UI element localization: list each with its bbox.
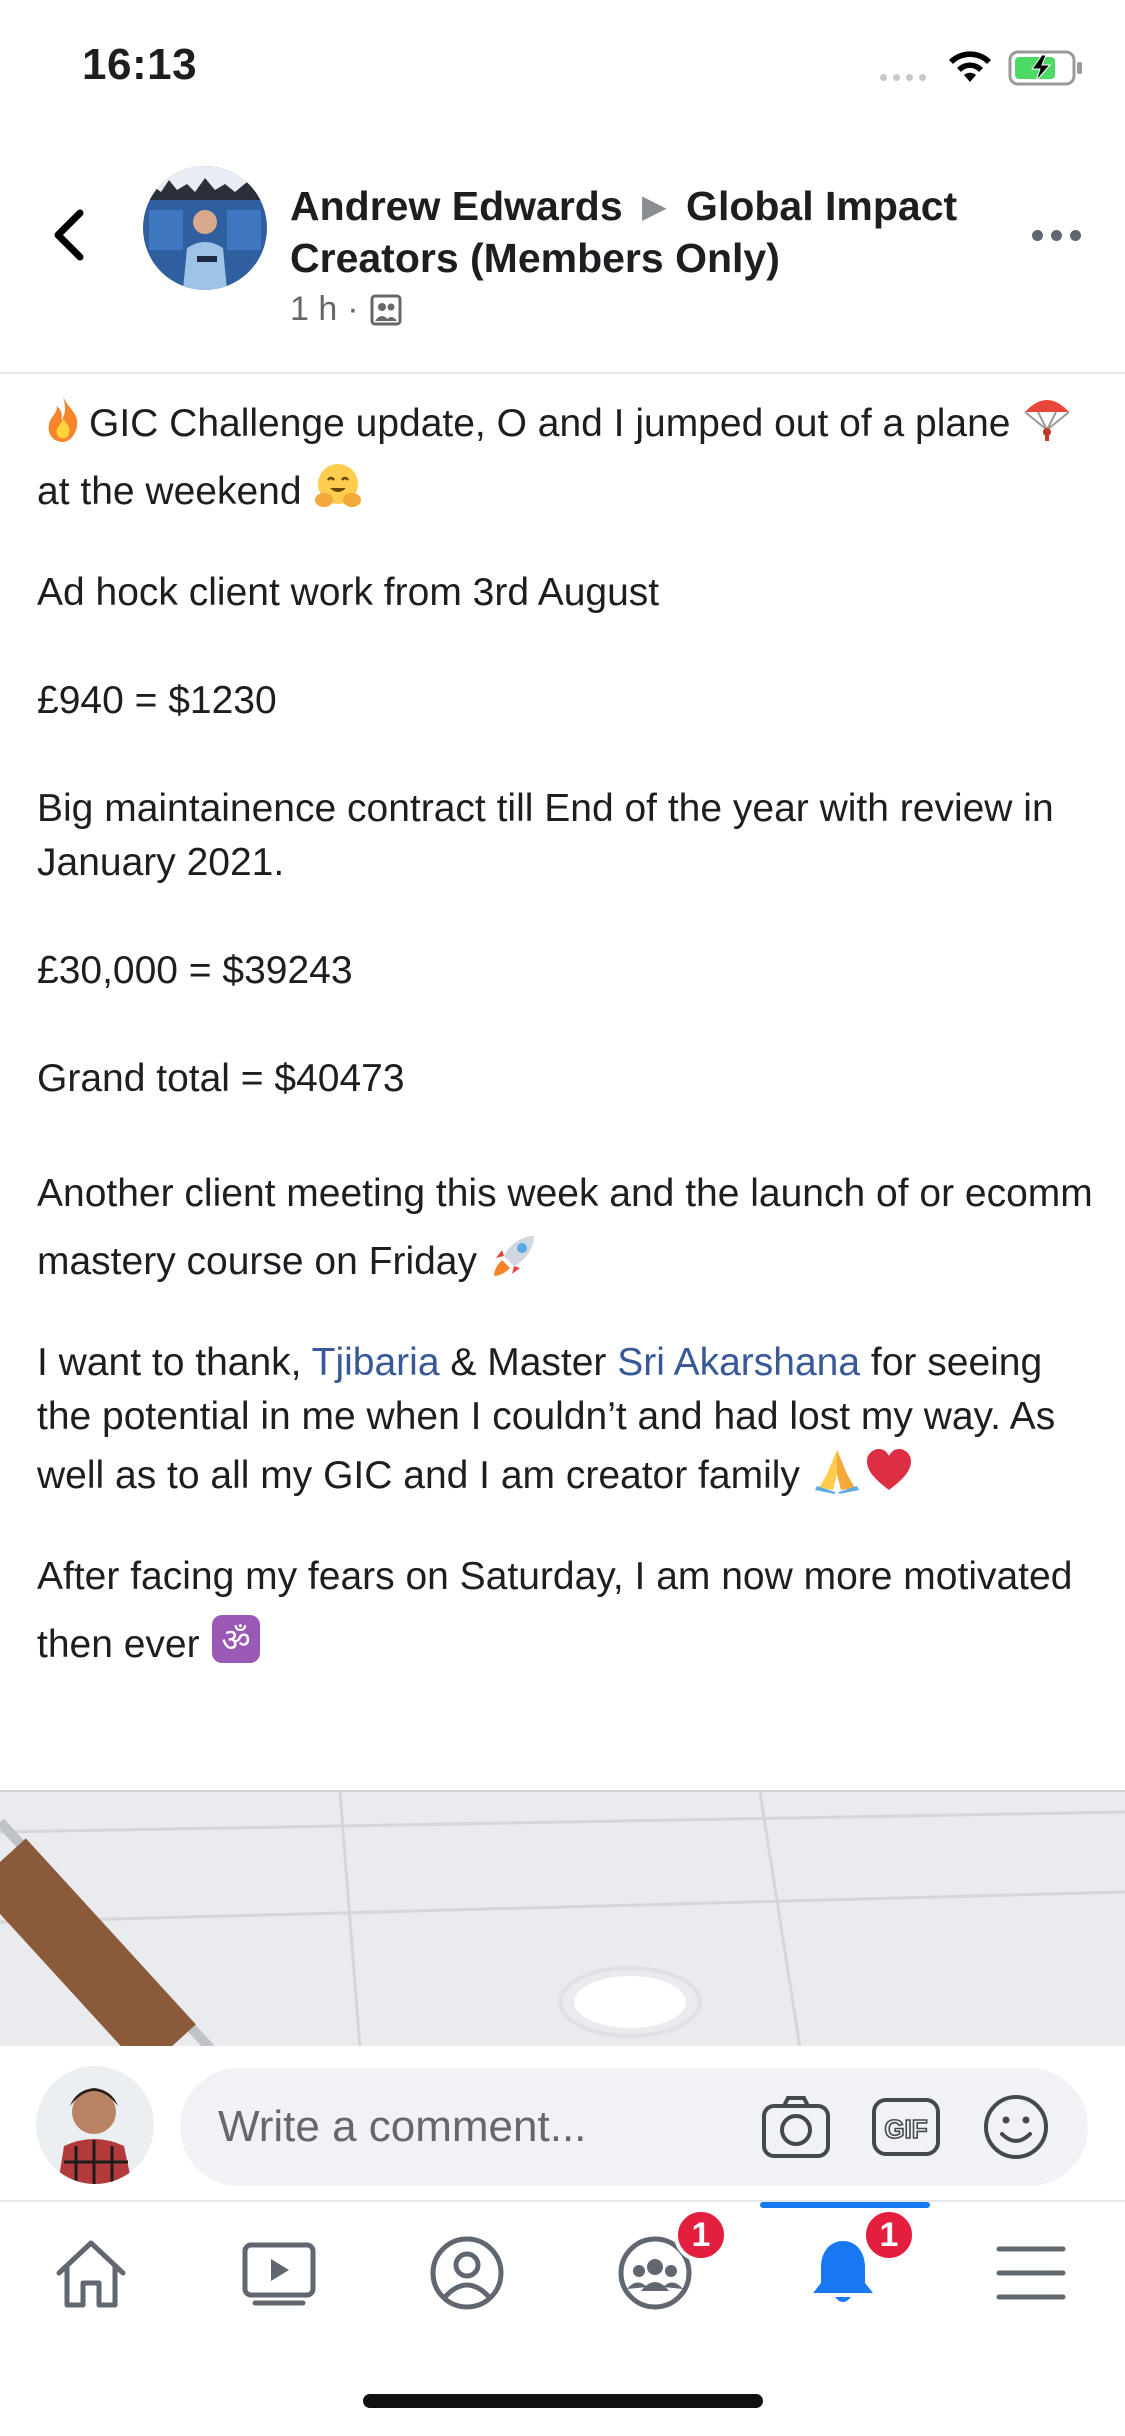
cellular-signal-icon [880, 74, 926, 81]
home-icon [56, 2240, 126, 2308]
post-text: After facing my fears on Saturday, I am … [37, 1555, 1073, 1666]
status-time: 16:13 [82, 40, 198, 89]
post-paragraph: GIC Challenge update, O and I jumped out… [37, 390, 1097, 526]
post-photo[interactable] [0, 1790, 1125, 2046]
tab-profile[interactable] [422, 2228, 512, 2318]
post-time[interactable]: 1 h [290, 290, 337, 329]
user-avatar[interactable] [36, 2066, 154, 2184]
post-meta: 1 h · [290, 290, 980, 329]
mention-link[interactable]: Tjibaria [312, 1341, 440, 1384]
meta-separator: · [347, 290, 359, 328]
author-photo [143, 166, 267, 290]
emoji-icon[interactable] [980, 2092, 1052, 2162]
post-author-block: Andrew Edwards ▶ Global Impact Creators … [290, 180, 980, 329]
post-text: GIC Challenge update, O and I jumped out… [89, 402, 1011, 445]
post-paragraph: Big maintainence contract till End of th… [37, 787, 1054, 884]
members-only-icon [370, 294, 402, 325]
post-paragraph: £940 = $1230 [37, 679, 277, 722]
folded-hands-emoji-icon [814, 1450, 859, 1494]
hamburger-menu-icon [996, 2246, 1066, 2300]
home-indicator[interactable] [363, 2394, 763, 2408]
mention-link[interactable]: Sri Akarshana [617, 1341, 860, 1384]
author-avatar[interactable] [143, 166, 267, 290]
tab-menu[interactable] [986, 2228, 1076, 2318]
post-paragraph: £30,000 = $39243 [37, 949, 353, 992]
chevron-left-icon [54, 209, 84, 261]
svg-text:GIF: GIF [884, 2114, 927, 2144]
parachute-emoji-icon [1024, 400, 1070, 441]
camera-icon[interactable] [760, 2092, 832, 2162]
active-tab-indicator [760, 2202, 930, 2208]
hugging-face-emoji-icon [315, 464, 362, 507]
more-options-button[interactable] [1024, 220, 1088, 250]
tab-notifications[interactable]: 1 [798, 2208, 916, 2318]
post-header: Andrew Edwards ▶ Global Impact Creators … [0, 140, 1125, 374]
video-play-icon [242, 2242, 316, 2306]
svg-text:ॐ: ॐ [222, 1621, 251, 1659]
post-text: at the weekend [37, 470, 302, 513]
profile-icon [430, 2236, 504, 2310]
post-paragraph: Ad hock client work from 3rd August [37, 571, 660, 614]
triangle-right-icon: ▶ [642, 188, 667, 224]
post-paragraph: I want to thank, Tjibaria & Master Sri A… [37, 1336, 1097, 1503]
post-paragraph: Another client meeting this week and the… [37, 1160, 1097, 1296]
comment-bar: Write a comment... GIF [0, 2046, 1125, 2202]
groups-badge: 1 [674, 2208, 728, 2262]
post-text: I want to thank, [37, 1341, 302, 1384]
red-heart-emoji-icon [866, 1449, 911, 1490]
author-name[interactable]: Andrew Edwards [290, 183, 623, 229]
comment-input[interactable]: Write a comment... GIF [180, 2068, 1088, 2186]
author-line: Andrew Edwards ▶ Global Impact Creators … [290, 180, 980, 284]
om-symbol-emoji-icon: ॐ [212, 1615, 261, 1663]
gif-icon[interactable]: GIF [870, 2092, 942, 2162]
ceiling-photo [0, 1792, 1125, 2046]
battery-icon [1008, 50, 1082, 86]
tab-bar: 1 1 [0, 2202, 1125, 2362]
post-text: & Master [450, 1341, 607, 1384]
notifications-badge: 1 [862, 2208, 916, 2262]
fire-emoji-icon [48, 396, 78, 442]
user-photo [36, 2066, 154, 2184]
screen: 16:13 Andrew Edwards ▶ Global Impact Cre… [0, 0, 1125, 2436]
tab-groups[interactable]: 1 [610, 2208, 728, 2318]
back-button[interactable] [44, 200, 94, 270]
post-paragraph: After facing my fears on Saturday, I am … [37, 1543, 1097, 1679]
wifi-icon [949, 51, 991, 82]
status-bar: 16:13 [0, 0, 1125, 132]
post-text: Another client meeting this week and the… [37, 1172, 1093, 1283]
post-body: GIC Challenge update, O and I jumped out… [37, 390, 1097, 1719]
post-paragraph: Grand total = $40473 [37, 1057, 405, 1100]
rocket-emoji-icon [493, 1236, 534, 1276]
tab-watch[interactable] [234, 2228, 324, 2318]
tab-home[interactable] [46, 2228, 136, 2318]
comment-placeholder: Write a comment... [218, 2102, 587, 2151]
